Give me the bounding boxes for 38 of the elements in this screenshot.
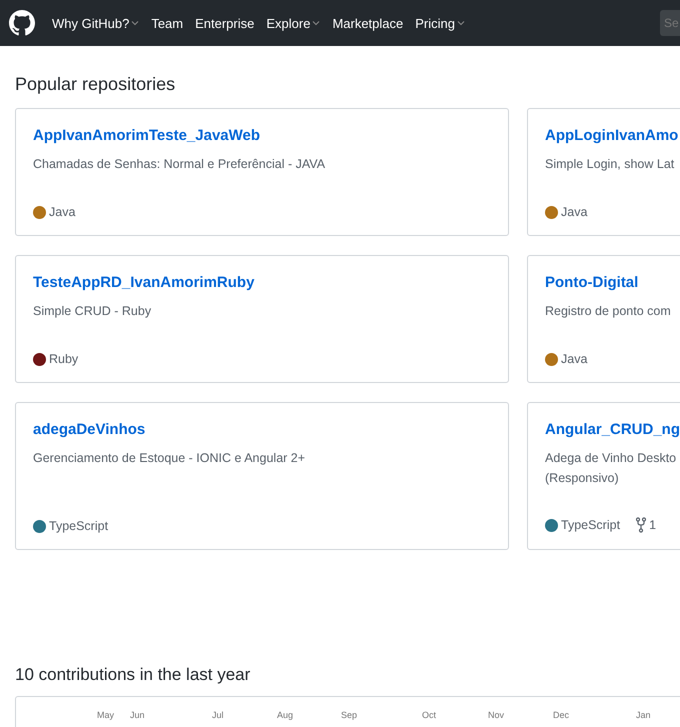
nav-link[interactable]: Why GitHub? bbox=[52, 16, 140, 30]
repo-link[interactable]: adegaDeVinhos bbox=[33, 421, 146, 438]
language-label: TypeScript bbox=[561, 518, 620, 532]
nav-link[interactable]: Pricing bbox=[415, 16, 465, 30]
month-label: Jun bbox=[130, 710, 145, 720]
repo-description: Simple Login, show Lat bbox=[545, 156, 676, 173]
month-label: Oct bbox=[422, 710, 436, 720]
fork-icon bbox=[636, 517, 646, 533]
repo-link[interactable]: AppLoginIvanAmo bbox=[545, 127, 678, 144]
language-label: Java bbox=[561, 205, 588, 219]
section-title: Popular repositories bbox=[15, 73, 176, 95]
language-label: Java bbox=[561, 352, 588, 366]
nav-link[interactable]: Marketplace bbox=[332, 16, 404, 30]
nav-link[interactable]: Explore bbox=[266, 16, 320, 30]
repo-link[interactable]: TesteAppRD_IvanAmorimRuby bbox=[33, 274, 254, 291]
repo-description: Adega de Vinho Deskto (Responsivo) bbox=[545, 450, 678, 487]
github-logo-icon[interactable] bbox=[9, 10, 35, 36]
language-label: TypeScript bbox=[49, 519, 108, 533]
language-label: Ruby bbox=[49, 352, 78, 366]
repo-link[interactable]: Angular_CRUD_ng bbox=[545, 421, 680, 438]
nav-link[interactable]: Enterprise bbox=[195, 16, 254, 30]
repo-description: Chamadas de Senhas: Normal e Preferêncial - JAVA bbox=[33, 156, 326, 173]
month-label: Jul bbox=[212, 710, 224, 720]
month-label: Dec bbox=[553, 710, 570, 720]
repo-link[interactable]: Ponto-Digital bbox=[545, 274, 638, 291]
repo-description: Simple CRUD - Ruby bbox=[33, 303, 152, 320]
repo-link[interactable]: AppIvanAmorimTeste_JavaWeb bbox=[33, 127, 260, 144]
month-label: May bbox=[97, 710, 114, 720]
nav-link[interactable]: Team bbox=[151, 16, 184, 30]
language-label: Java bbox=[49, 205, 76, 219]
month-label: Sep bbox=[341, 710, 358, 720]
repo-description: Gerenciamento de Estoque - IONIC e Angular 2+ bbox=[33, 450, 306, 467]
month-label: Jan bbox=[636, 710, 651, 720]
contributions-title: 10 contributions in the last year bbox=[15, 664, 252, 686]
repo-description: Registro de ponto com bbox=[545, 303, 672, 320]
forks-link[interactable]: 1 bbox=[636, 517, 656, 533]
month-label: Nov bbox=[488, 710, 504, 720]
month-label: Aug bbox=[277, 710, 294, 720]
